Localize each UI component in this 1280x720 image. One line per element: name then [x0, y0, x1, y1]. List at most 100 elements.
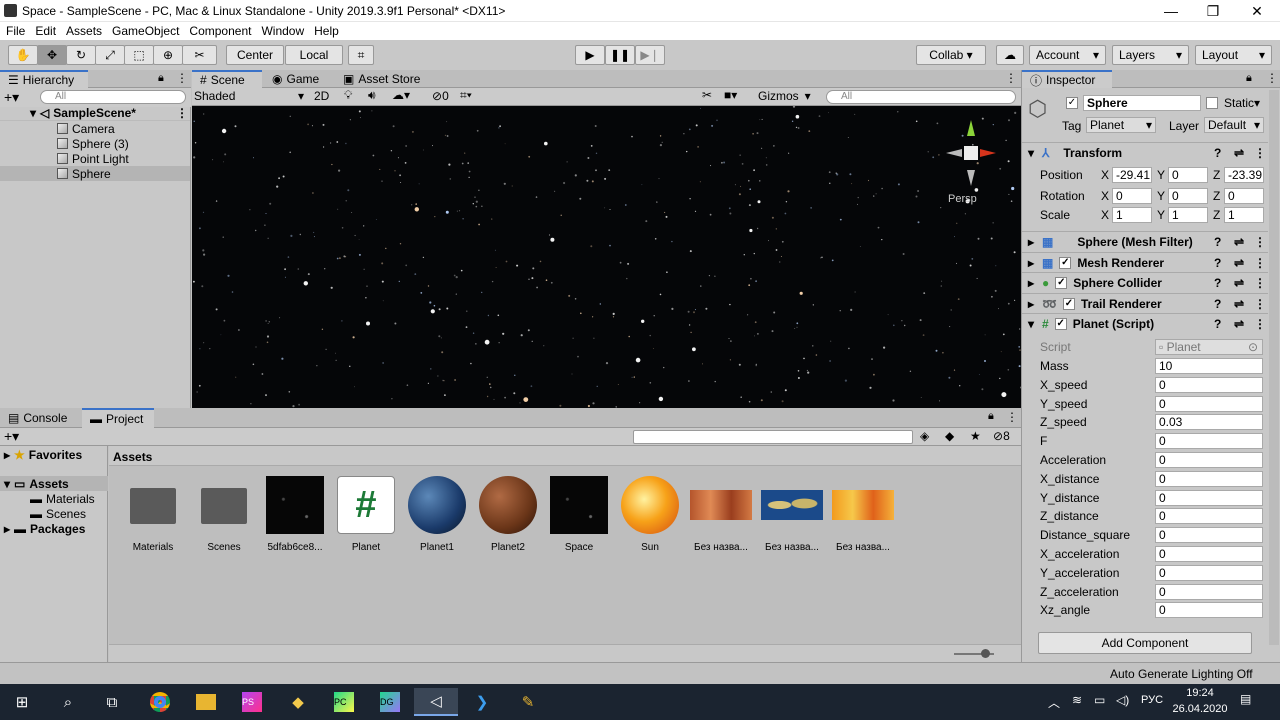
- clock-time[interactable]: 19:24: [1175, 687, 1225, 699]
- asset-item[interactable]: Без назва...: [686, 476, 756, 553]
- tab-game[interactable]: ◉ Game: [264, 70, 334, 88]
- field-value-input[interactable]: 0: [1155, 489, 1263, 506]
- cloud-button[interactable]: ☁: [996, 45, 1024, 65]
- filter-label-icon[interactable]: ◆: [945, 429, 954, 443]
- axis-label-x[interactable]: X: [1101, 206, 1109, 224]
- asset-item[interactable]: Sun: [615, 476, 685, 553]
- camera-icon[interactable]: ■▾: [724, 88, 737, 102]
- create-icon[interactable]: +▾: [4, 428, 19, 445]
- help-icon[interactable]: ?: [1214, 146, 1221, 160]
- pivot-center-button[interactable]: Center: [226, 45, 284, 65]
- transform-field-z[interactable]: -23.39: [1224, 167, 1264, 183]
- transform-field-y[interactable]: 1: [1168, 207, 1208, 223]
- account-dropdown[interactable]: Account ▾: [1029, 45, 1106, 65]
- help-icon[interactable]: ?: [1214, 317, 1221, 331]
- hierarchy-item-point-light[interactable]: Point Light: [0, 151, 190, 166]
- field-value-input[interactable]: 0: [1155, 376, 1263, 393]
- preset-icon[interactable]: ⇌: [1234, 235, 1244, 249]
- hidden-packages-toggle[interactable]: ⊘ 8: [993, 429, 1010, 443]
- maximize-button[interactable]: ❐: [1190, 0, 1236, 22]
- asset-item[interactable]: Space: [544, 476, 614, 553]
- axis-label-x[interactable]: X: [1101, 166, 1109, 184]
- git-app-icon[interactable]: ◆: [276, 688, 320, 716]
- transform-field-y[interactable]: 0: [1168, 167, 1208, 183]
- more-menu-icon[interactable]: ⋮: [1254, 256, 1266, 270]
- help-icon[interactable]: ?: [1214, 276, 1221, 290]
- menu-file[interactable]: File: [6, 24, 25, 38]
- menu-assets[interactable]: Assets: [66, 24, 102, 38]
- scene-view[interactable]: Persp: [192, 106, 1021, 408]
- more-menu-icon[interactable]: ⋮: [176, 106, 188, 120]
- collab-button[interactable]: Collab ▾: [916, 45, 986, 65]
- menu-gameobject[interactable]: GameObject: [112, 24, 179, 38]
- minimize-button[interactable]: —: [1148, 0, 1194, 22]
- pycharm-icon[interactable]: PC: [322, 688, 366, 716]
- tray-chevron-up-icon[interactable]: ︿: [1048, 694, 1060, 711]
- asset-item[interactable]: Materials: [118, 476, 188, 553]
- transform-component-header[interactable]: ▾ ⅄ Transform ? ⇌ ⋮: [1022, 142, 1268, 162]
- lock-icon[interactable]: 🔒︎: [988, 410, 994, 423]
- object-picker-icon[interactable]: ⊙: [1248, 340, 1258, 354]
- wifi-icon[interactable]: ≋: [1072, 693, 1082, 707]
- transform-field-z[interactable]: 1: [1224, 207, 1264, 223]
- scale-tool-button[interactable]: ⤢: [95, 45, 125, 65]
- component-header[interactable]: ▸ ▦ ✓ Mesh Renderer? ⇌ ⋮: [1022, 252, 1268, 272]
- axis-label-y[interactable]: Y: [1157, 206, 1165, 224]
- help-icon[interactable]: ?: [1214, 256, 1221, 270]
- step-button[interactable]: ▶❘: [635, 45, 665, 65]
- tab-console[interactable]: ▤ Console: [0, 408, 80, 428]
- field-value-input[interactable]: 0: [1155, 508, 1263, 525]
- tab-hierarchy[interactable]: ☰ Hierarchy: [0, 70, 88, 88]
- more-menu-icon[interactable]: ⋮: [1254, 317, 1266, 331]
- transform-field-z[interactable]: 0: [1224, 188, 1264, 204]
- lighting-toggle-icon[interactable]: 💡︎: [344, 88, 352, 103]
- clock-date[interactable]: 26.04.2020: [1172, 703, 1228, 715]
- filter-type-icon[interactable]: ◈: [920, 429, 929, 443]
- gizmos-dropdown[interactable]: Gizmos ▾: [758, 89, 811, 103]
- datagrip-icon[interactable]: DG: [368, 688, 412, 716]
- field-value-input[interactable]: 0: [1155, 452, 1263, 468]
- tab-scene[interactable]: # Scene: [192, 70, 262, 88]
- language-indicator[interactable]: РУС: [1141, 694, 1163, 706]
- static-toggle[interactable]: Static ▾: [1206, 96, 1260, 110]
- field-value-input[interactable]: 0: [1155, 395, 1263, 412]
- lock-icon[interactable]: 🔒︎: [158, 72, 164, 85]
- field-value-input[interactable]: 0: [1155, 602, 1263, 619]
- asset-item[interactable]: Без назва...: [828, 476, 898, 553]
- field-value-input[interactable]: 0: [1155, 470, 1263, 487]
- axis-label-x[interactable]: X: [1101, 187, 1109, 205]
- more-menu-icon[interactable]: ⋮: [1254, 146, 1266, 160]
- more-menu-icon[interactable]: ⋮: [1006, 410, 1018, 424]
- effects-toggle-icon[interactable]: ☁▾: [392, 88, 410, 102]
- more-menu-icon[interactable]: ⋮: [1254, 235, 1266, 249]
- hierarchy-item-sphere[interactable]: Sphere: [0, 166, 190, 181]
- menu-window[interactable]: Window: [261, 24, 304, 38]
- field-value-input[interactable]: 0: [1155, 527, 1263, 544]
- field-value-input[interactable]: 0: [1155, 583, 1263, 600]
- menu-component[interactable]: Component: [189, 24, 251, 38]
- favorite-star-icon[interactable]: ★: [970, 429, 981, 443]
- preset-icon[interactable]: ⇌: [1234, 256, 1244, 270]
- transform-field-x[interactable]: -29.41: [1112, 167, 1152, 183]
- asset-item[interactable]: Без назва...: [757, 476, 827, 553]
- axis-label-z[interactable]: Z: [1213, 206, 1220, 224]
- component-header[interactable]: ▸ ➿ ✓ Trail Renderer? ⇌ ⋮: [1022, 293, 1268, 313]
- field-value-input[interactable]: 10: [1155, 358, 1263, 374]
- component-header[interactable]: ▸ ● ✓ Sphere Collider? ⇌ ⋮: [1022, 272, 1268, 292]
- axis-label-z[interactable]: Z: [1213, 166, 1220, 184]
- scene-root-item[interactable]: ▾ ◁ SampleScene* ⋮: [0, 106, 190, 121]
- more-menu-icon[interactable]: ⋮: [1254, 297, 1266, 311]
- notification-icon[interactable]: ▤: [1240, 692, 1251, 706]
- asset-item[interactable]: # Planet: [331, 476, 401, 553]
- field-value-input[interactable]: 0: [1155, 564, 1263, 581]
- field-value-input[interactable]: 0: [1155, 433, 1263, 450]
- hierarchy-search-input[interactable]: All: [40, 90, 186, 104]
- 2d-toggle[interactable]: 2D: [314, 89, 329, 103]
- preset-icon[interactable]: ⇌: [1234, 276, 1244, 290]
- scene-search-input[interactable]: All: [826, 90, 1016, 104]
- shading-dropdown[interactable]: Shaded ▾: [194, 89, 304, 103]
- axis-label-y[interactable]: Y: [1157, 187, 1165, 205]
- slider-thumb[interactable]: [981, 649, 990, 658]
- hand-tool-button[interactable]: ✋: [8, 45, 38, 65]
- menu-help[interactable]: Help: [314, 24, 339, 38]
